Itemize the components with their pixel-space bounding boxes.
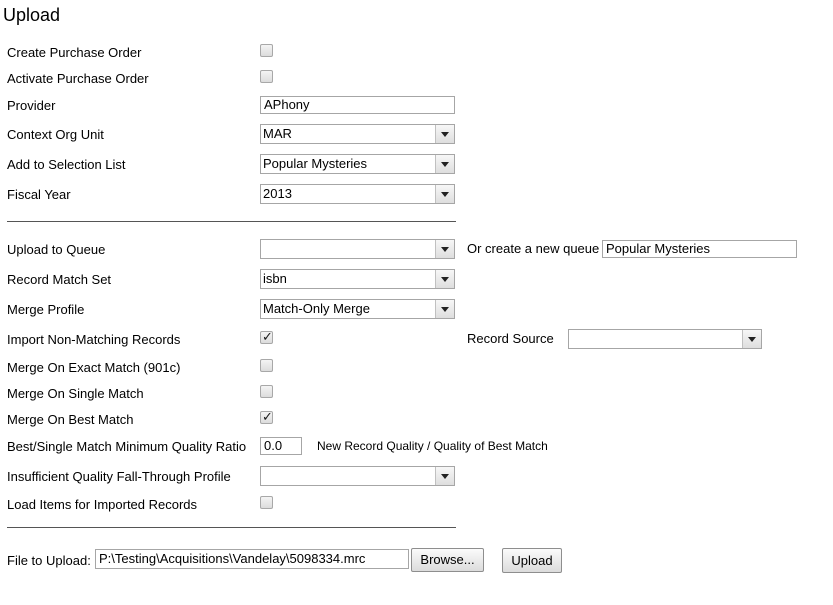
min-quality-label: Best/Single Match Minimum Quality Ratio [7, 439, 247, 454]
merge-single-checkbox[interactable] [260, 385, 273, 398]
section-divider [7, 527, 456, 528]
chevron-down-icon[interactable] [435, 270, 454, 288]
min-quality-input[interactable]: 0.0 [260, 437, 302, 455]
new-queue-input[interactable]: Popular Mysteries [602, 240, 797, 258]
browse-button[interactable]: Browse... [411, 548, 484, 572]
record-match-set-value: isbn [263, 271, 287, 286]
load-items-checkbox[interactable] [260, 496, 273, 509]
checkmark-icon: ✓ [262, 409, 273, 424]
context-org-unit-label: Context Org Unit [7, 127, 104, 142]
file-upload-label: File to Upload: [7, 553, 91, 568]
context-org-unit-value: MAR [263, 126, 292, 141]
selection-list-select[interactable]: Popular Mysteries [260, 154, 455, 174]
chevron-down-icon[interactable] [435, 300, 454, 318]
import-non-matching-checkbox[interactable]: ✓ [260, 329, 273, 344]
chevron-down-icon[interactable] [435, 155, 454, 173]
merge-single-label: Merge On Single Match [7, 386, 144, 401]
merge-profile-value: Match-Only Merge [263, 301, 370, 316]
context-org-unit-select[interactable]: MAR [260, 124, 455, 144]
merge-profile-label: Merge Profile [7, 302, 85, 317]
upload-queue-label: Upload to Queue [7, 242, 106, 257]
fallthrough-select[interactable] [260, 466, 455, 486]
chevron-down-icon[interactable] [435, 185, 454, 203]
fiscal-year-label: Fiscal Year [7, 187, 71, 202]
record-source-select[interactable] [568, 329, 762, 349]
merge-exact-checkbox[interactable] [260, 359, 273, 372]
upload-queue-select[interactable] [260, 239, 455, 259]
chevron-down-icon[interactable] [435, 467, 454, 485]
merge-profile-select[interactable]: Match-Only Merge [260, 299, 455, 319]
record-match-set-select[interactable]: isbn [260, 269, 455, 289]
import-non-matching-label: Import Non-Matching Records [7, 332, 181, 347]
merge-best-label: Merge On Best Match [7, 412, 134, 427]
record-source-label: Record Source [467, 331, 554, 346]
merge-exact-label: Merge On Exact Match (901c) [7, 360, 181, 375]
fiscal-year-value: 2013 [263, 186, 292, 201]
chevron-down-icon[interactable] [742, 330, 761, 348]
create-po-checkbox[interactable] [260, 44, 273, 57]
provider-input[interactable]: APhony [260, 96, 455, 114]
record-match-set-label: Record Match Set [7, 272, 112, 287]
load-items-label: Load Items for Imported Records [7, 497, 198, 512]
new-queue-label: Or create a new queue [467, 241, 600, 256]
checkmark-icon: ✓ [262, 329, 273, 344]
fiscal-year-select[interactable]: 2013 [260, 184, 455, 204]
selection-list-label: Add to Selection List [7, 157, 126, 172]
selection-list-value: Popular Mysteries [263, 156, 368, 171]
create-po-label: Create Purchase Order [7, 45, 142, 60]
activate-po-checkbox[interactable] [260, 70, 273, 83]
min-quality-hint: New Record Quality / Quality of Best Mat… [317, 439, 548, 453]
file-path-input[interactable]: P:\Testing\Acquisitions\Vandelay\5098334… [95, 549, 409, 569]
provider-label: Provider [7, 98, 56, 113]
page-title: Upload [3, 5, 61, 25]
activate-po-label: Activate Purchase Order [7, 71, 149, 86]
merge-best-checkbox[interactable]: ✓ [260, 409, 273, 424]
section-divider [7, 221, 456, 222]
upload-button[interactable]: Upload [502, 548, 562, 573]
chevron-down-icon[interactable] [435, 240, 454, 258]
fallthrough-label: Insufficient Quality Fall-Through Profil… [7, 469, 231, 484]
chevron-down-icon[interactable] [435, 125, 454, 143]
